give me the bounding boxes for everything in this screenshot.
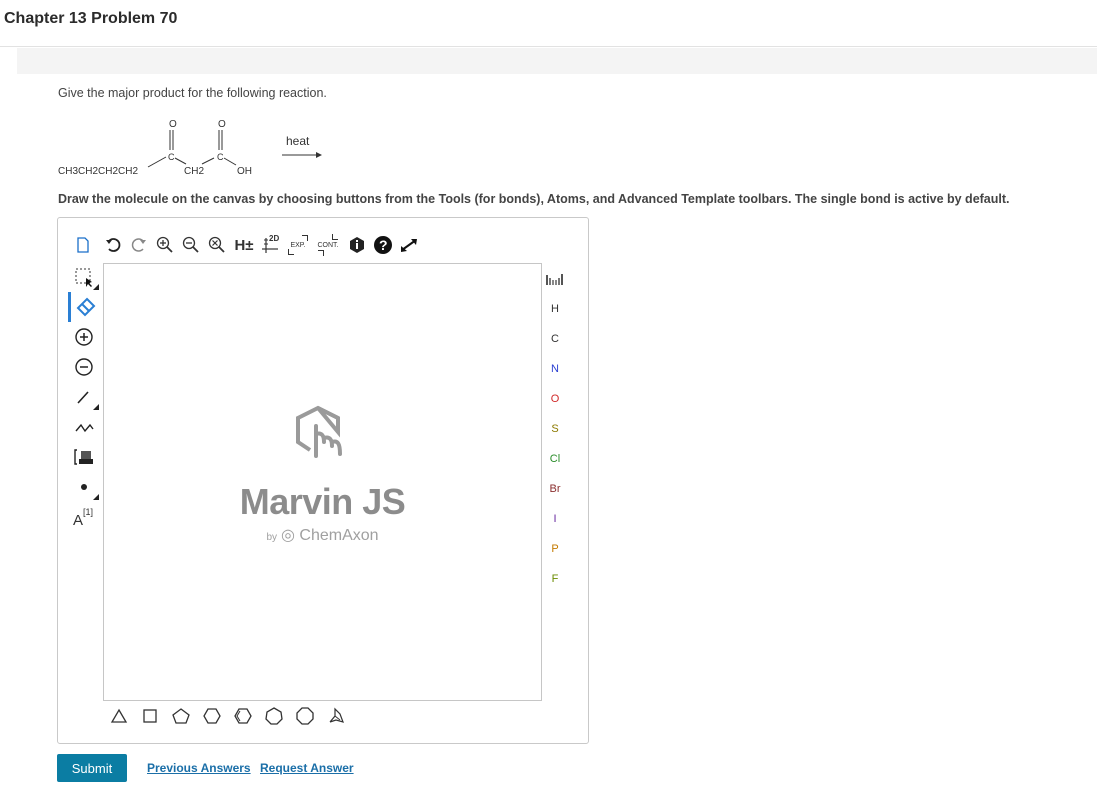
radical-tool-icon[interactable] bbox=[68, 472, 100, 502]
eraser-tool-icon[interactable] bbox=[68, 292, 100, 322]
cyclohexane-chair-template-icon[interactable] bbox=[320, 704, 351, 728]
clean-2d-label: 2D bbox=[269, 234, 280, 243]
fullscreen-icon[interactable] bbox=[396, 232, 422, 258]
atoms-toolbar: H C N O S Cl Br I P F bbox=[542, 264, 568, 594]
drawing-canvas[interactable]: Marvin JS by ◎ ChemAxon bbox=[103, 263, 542, 701]
templates-toolbar bbox=[103, 704, 351, 728]
svg-text:?: ? bbox=[379, 237, 388, 253]
previous-answers-link[interactable]: Previous Answers bbox=[147, 761, 251, 775]
selection-tool-icon[interactable] bbox=[68, 262, 100, 292]
expand-button[interactable]: EXP. bbox=[284, 232, 312, 258]
header-band bbox=[17, 48, 1097, 74]
carbon-label-2: C bbox=[217, 152, 224, 162]
methylene-group: CH2 bbox=[184, 166, 204, 177]
marvin-logo-icon bbox=[295, 405, 342, 458]
octagon-template-icon[interactable] bbox=[289, 704, 320, 728]
reaction-condition: heat bbox=[286, 134, 310, 148]
atom-button-br[interactable]: Br bbox=[542, 474, 568, 504]
sgroup-tool-icon[interactable] bbox=[68, 442, 100, 472]
atom-button-i[interactable]: I bbox=[542, 504, 568, 534]
atom-button-p[interactable]: P bbox=[542, 534, 568, 564]
atom-button-cl[interactable]: Cl bbox=[542, 444, 568, 474]
clean-2d-button[interactable]: 2D bbox=[258, 232, 284, 258]
submit-button[interactable]: Submit bbox=[57, 754, 127, 782]
chain-tool-icon[interactable] bbox=[68, 412, 100, 442]
zoom-in-icon[interactable] bbox=[152, 232, 178, 258]
oxygen-label-1: O bbox=[169, 119, 177, 130]
chemaxon-icon: ◎ bbox=[281, 527, 300, 544]
atom-button-o[interactable]: O bbox=[542, 384, 568, 414]
triangle-template-icon[interactable] bbox=[103, 704, 134, 728]
carbon-label-1: C bbox=[168, 152, 175, 162]
atom-button-c[interactable]: C bbox=[542, 324, 568, 354]
positive-charge-icon[interactable] bbox=[68, 322, 100, 352]
question-prompt: Give the major product for the following… bbox=[58, 86, 327, 100]
negative-charge-icon[interactable] bbox=[68, 352, 100, 382]
atom-button-n[interactable]: N bbox=[542, 354, 568, 384]
hexagon-template-icon[interactable] bbox=[196, 704, 227, 728]
oxygen-label-2: O bbox=[218, 119, 226, 130]
marvin-brand: ChemAxon bbox=[299, 527, 379, 544]
tools-toolbar: A [1] bbox=[68, 262, 100, 532]
redo-icon[interactable] bbox=[126, 232, 152, 258]
marvin-byline: by ◎ ChemAxon bbox=[104, 525, 541, 545]
info-icon[interactable] bbox=[344, 232, 370, 258]
butyl-group: CH3CH2CH2CH2 bbox=[58, 166, 138, 177]
top-toolbar: H± 2D EXP. CONT. ? bbox=[70, 232, 422, 258]
atom-map-tool[interactable]: A [1] bbox=[68, 502, 100, 532]
single-bond-icon[interactable] bbox=[68, 382, 100, 412]
hydrogen-toggle-button[interactable]: H± bbox=[230, 232, 258, 258]
help-icon[interactable]: ? bbox=[370, 232, 396, 258]
contract-label: CONT. bbox=[317, 241, 339, 249]
pentagon-template-icon[interactable] bbox=[165, 704, 196, 728]
divider bbox=[0, 46, 1097, 47]
atom-list: H C N O S Cl Br I P F bbox=[542, 294, 568, 594]
marvin-title: Marvin JS bbox=[239, 481, 406, 522]
atom-button-h[interactable]: H bbox=[542, 294, 568, 324]
atom-map-index: [1] bbox=[83, 507, 94, 517]
atom-map-label: A bbox=[73, 512, 84, 529]
reaction-arrow bbox=[316, 152, 322, 158]
marvin-watermark: Marvin JS by ◎ ChemAxon bbox=[104, 404, 541, 545]
heptagon-template-icon[interactable] bbox=[258, 704, 289, 728]
atom-button-s[interactable]: S bbox=[542, 414, 568, 444]
zoom-fit-icon[interactable] bbox=[204, 232, 230, 258]
zoom-out-icon[interactable] bbox=[178, 232, 204, 258]
marvin-by: by bbox=[266, 532, 277, 543]
page-title: Chapter 13 Problem 70 bbox=[4, 10, 178, 27]
molecule-editor: H± 2D EXP. CONT. ? A [1] Marvin JS by ◎ … bbox=[57, 217, 589, 744]
undo-icon[interactable] bbox=[100, 232, 126, 258]
contract-button[interactable]: CONT. bbox=[312, 232, 344, 258]
periodic-table-icon[interactable] bbox=[542, 264, 568, 294]
hydroxyl-group: OH bbox=[237, 166, 252, 177]
expand-label: EXP. bbox=[290, 241, 306, 249]
new-document-icon[interactable] bbox=[70, 232, 96, 258]
request-answer-link[interactable]: Request Answer bbox=[260, 761, 354, 775]
reaction-scheme: O C O C CH3CH2CH2CH2 CH2 OH heat bbox=[56, 112, 336, 183]
square-template-icon[interactable] bbox=[134, 704, 165, 728]
atom-button-f[interactable]: F bbox=[542, 564, 568, 594]
instructions: Draw the molecule on the canvas by choos… bbox=[58, 192, 1010, 206]
benzene-template-icon[interactable] bbox=[227, 704, 258, 728]
